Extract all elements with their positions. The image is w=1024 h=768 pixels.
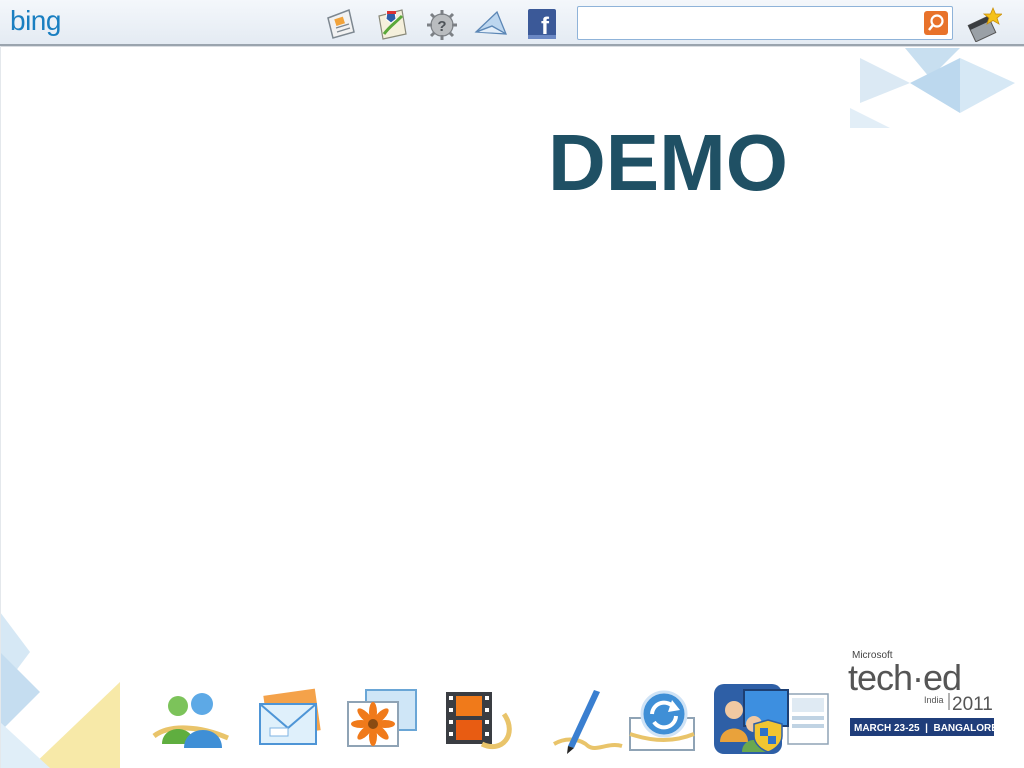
teched-logo: Microsoft tech·ed India 2011 MARCH 23-25… (846, 646, 1004, 742)
news-icon[interactable] (323, 6, 359, 42)
messenger-icon[interactable] (473, 6, 509, 42)
family-safety-icon[interactable] (710, 680, 832, 758)
live-sync-icon[interactable] (624, 684, 704, 756)
teched-year: 2011 (952, 694, 993, 715)
search-icon (928, 14, 944, 31)
help-icon[interactable]: ? (424, 6, 460, 42)
movies-star-icon[interactable] (966, 6, 1002, 42)
teched-logo-graphic: Microsoft tech·ed India 2011 MARCH 23-25… (848, 650, 998, 736)
svg-text:f: f (541, 13, 550, 40)
decorative-triangles-top-right (850, 48, 1015, 128)
slide-frame-left (0, 46, 1, 768)
photo-gallery-icon[interactable] (340, 684, 420, 756)
slide-title: DEMO (548, 118, 788, 207)
slide-frame-top (0, 46, 1024, 47)
teched-event: tech·ed (848, 657, 961, 698)
svg-text:?: ? (437, 18, 446, 35)
movie-maker-icon[interactable] (442, 684, 522, 756)
search-input[interactable] (582, 10, 926, 38)
bing-logo[interactable]: bing (10, 6, 61, 36)
browser-toolbar: bing ? f (0, 0, 1024, 46)
teched-region: India (924, 695, 944, 705)
maps-icon[interactable] (374, 6, 410, 42)
facebook-icon[interactable]: f (524, 6, 560, 42)
decorative-triangles-bottom-left (0, 612, 120, 768)
search-button[interactable] (924, 11, 948, 35)
mail-icon[interactable] (250, 684, 330, 756)
messenger-contacts-icon[interactable] (150, 684, 230, 756)
writer-pen-icon[interactable] (548, 684, 628, 756)
search-box (577, 6, 953, 40)
teched-dates: MARCH 23-25 | BANGALORE (854, 723, 998, 734)
